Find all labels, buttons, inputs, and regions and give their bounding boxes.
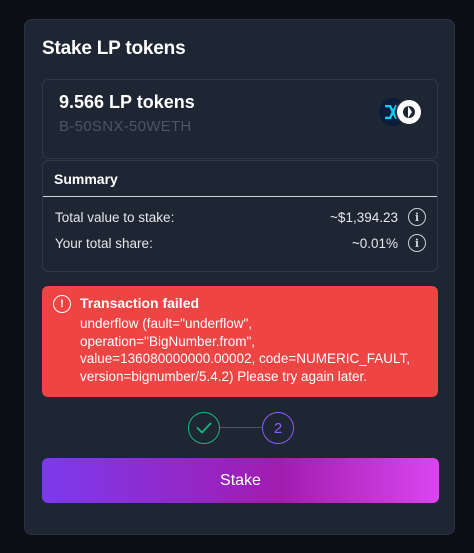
step-current: 2 — [262, 412, 294, 444]
alert-message: underflow (fault="underflow", operation=… — [80, 316, 410, 384]
summary-value: ~$1,394.23 — [330, 209, 398, 225]
alert-title: Transaction failed — [80, 295, 200, 311]
info-icon[interactable]: i — [408, 208, 426, 226]
summary-title: Summary — [43, 161, 437, 197]
stake-modal: Stake LP tokens 9.566 LP tokens B-50SNX-… — [24, 19, 455, 535]
summary-label: Total value to stake: — [55, 209, 175, 225]
step-complete — [188, 412, 220, 444]
weth-icon — [395, 98, 423, 126]
info-icon[interactable]: i — [408, 234, 426, 252]
error-alert: ! Transaction failed underflow (fault="u… — [42, 286, 438, 397]
stake-button[interactable]: Stake — [42, 458, 439, 503]
summary-row-total-value: Total value to stake: ~$1,394.23 i — [55, 207, 426, 227]
checkmark-icon — [196, 422, 212, 434]
token-amount: 9.566 LP tokens — [59, 92, 195, 112]
summary-card: Summary Total value to stake: ~$1,394.23… — [42, 160, 438, 272]
token-card: 9.566 LP tokens B-50SNX-50WETH — [42, 79, 438, 159]
summary-row-total-share: Your total share: ~0.01% i — [55, 233, 426, 253]
summary-label: Your total share: — [55, 235, 153, 251]
transaction-stepper: 2 — [188, 412, 294, 444]
summary-value: ~0.01% — [351, 235, 398, 251]
step-connector — [220, 427, 262, 428]
modal-title: Stake LP tokens — [42, 38, 186, 59]
token-pool-name: B-50SNX-50WETH — [59, 118, 192, 135]
token-icons — [379, 98, 423, 128]
alert-exclamation-icon: ! — [53, 295, 71, 313]
